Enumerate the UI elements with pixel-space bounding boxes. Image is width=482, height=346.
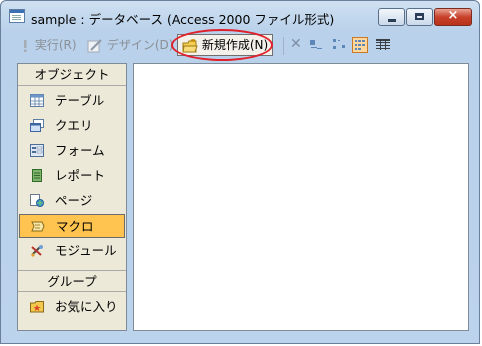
close-icon: × [447,8,459,23]
maximize-button[interactable] [406,8,433,26]
sidebar-item-label: お気に入り [55,299,118,314]
object-list[interactable] [133,63,469,331]
design-label: デザイン(D) [106,38,174,52]
sidebar-item-macros[interactable]: マクロ [19,214,125,238]
table-icon [30,94,44,107]
sidebar-item-label: テーブル [55,93,105,108]
database-window: sample : データベース (Access 2000 ファイル形式) × 実… [0,0,480,344]
sidebar-item-favorites[interactable]: お気に入り [19,295,125,319]
sidebar-item-label: ページ [55,193,93,208]
run-button[interactable]: 実行(R) [19,36,77,54]
run-label: 実行(R) [34,38,77,52]
toolbar: 実行(R) デザイン(D) 新規作成(N) ✕ [11,33,473,57]
sidebar-item-tables[interactable]: テーブル [19,89,125,113]
new-label: 新規作成(N) [201,38,269,52]
sidebar-item-label: クエリ [55,118,93,133]
small-icons-view-button[interactable] [331,37,347,53]
sidebar-item-label: モジュール [55,243,117,258]
sidebar-item-label: フォーム [55,143,105,158]
minimize-icon [388,19,396,22]
large-icons-view-button[interactable] [308,37,324,53]
report-icon [32,169,42,182]
design-button[interactable]: デザイン(D) [87,36,173,54]
sidebar-item-forms[interactable]: フォーム [19,139,125,163]
page-icon [30,194,44,207]
details-view-button[interactable] [375,37,391,53]
sidebar-item-label: レポート [55,168,106,183]
sidebar-item-modules[interactable]: モジュール [19,239,125,263]
query-icon [30,119,44,132]
object-bar: オブジェクト テーブル クエリ フォーム レポート ページ マクロ モジュール … [17,63,127,331]
toolbar-separator [283,37,284,55]
sidebar-item-label: マクロ [56,219,94,234]
sidebar-item-pages[interactable]: ページ [19,189,125,213]
sidebar-item-queries[interactable]: クエリ [19,114,125,138]
new-icon [182,38,198,52]
close-button[interactable]: × [434,8,472,26]
sidebar-item-reports[interactable]: レポート [19,164,125,188]
list-view-button[interactable] [352,37,368,53]
minimize-button[interactable] [378,8,405,26]
delete-icon: ✕ [290,36,302,52]
design-icon [87,38,102,52]
details-view-icon [376,39,390,50]
new-button[interactable]: 新規作成(N) [177,34,274,56]
maximize-icon [415,13,424,20]
delete-button[interactable]: ✕ [290,35,302,53]
run-icon [24,39,27,52]
favorites-folder-icon [30,301,44,313]
small-icons-view-icon [333,39,345,49]
form-icon [30,144,44,157]
database-icon [9,9,25,23]
title-bar[interactable]: sample : データベース (Access 2000 ファイル形式) × [1,1,479,31]
window-title: sample : データベース (Access 2000 ファイル形式) [31,12,335,27]
macro-icon [31,221,45,232]
large-icons-view-icon [310,40,322,49]
module-icon [31,245,43,257]
objects-header[interactable]: オブジェクト [18,64,126,86]
groups-header[interactable]: グループ [18,270,126,292]
list-view-icon [355,40,365,50]
